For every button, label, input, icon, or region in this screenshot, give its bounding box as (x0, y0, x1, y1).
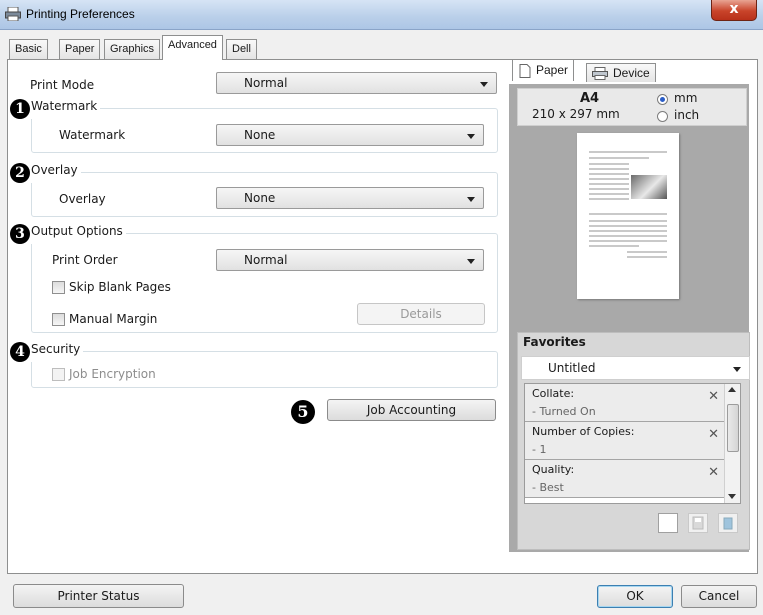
item-value: - Best (532, 481, 564, 494)
item-value: - Turned On (532, 405, 596, 418)
list-item[interactable]: Number of Copies: - 1 ✕ (525, 422, 726, 460)
callout-badge: 4 (10, 342, 30, 362)
unit-inch-radio[interactable] (657, 111, 668, 122)
job-encryption-checkbox[interactable] (52, 368, 65, 381)
ok-button[interactable]: OK (597, 585, 673, 608)
print-order-label: Print Order (52, 253, 118, 267)
item-name: Number of Copies: (532, 425, 635, 438)
page-preview (577, 133, 679, 299)
print-mode-value: Normal (244, 76, 288, 90)
image-placeholder (631, 175, 667, 199)
group-title-text: Overlay (31, 163, 78, 177)
job-encryption-label: Job Encryption (69, 367, 156, 381)
tab-paper[interactable]: Paper (59, 39, 101, 59)
preview-tab-device[interactable]: Device (586, 63, 656, 82)
skip-blank-pages-label: Skip Blank Pages (69, 280, 171, 294)
print-mode-select[interactable]: Normal (216, 72, 497, 94)
scrollbar[interactable] (724, 384, 740, 503)
manual-margin-checkbox[interactable] (52, 313, 65, 326)
paper-size-dims: 210 x 297 mm (532, 107, 620, 121)
tab-dell[interactable]: Dell (226, 39, 257, 59)
tab-advanced[interactable]: Advanced (162, 35, 223, 60)
output-options-group-title: 3 Output Options (10, 224, 126, 244)
cancel-button[interactable]: Cancel (681, 585, 757, 608)
tab-label: Dell (232, 43, 251, 55)
callout-badge: 2 (10, 163, 30, 183)
remove-icon[interactable]: ✕ (708, 465, 719, 480)
tab-label: Advanced (168, 39, 217, 51)
printer-status-button[interactable]: Printer Status (13, 584, 184, 608)
group-title-text: Watermark (31, 99, 98, 113)
tab-label: Paper (65, 43, 95, 55)
paper-size-name: A4 (580, 91, 600, 106)
scroll-up-icon[interactable] (728, 387, 736, 392)
close-button[interactable]: x (711, 0, 757, 21)
scroll-down-icon[interactable] (728, 494, 736, 499)
paper-size-info: A4 210 x 297 mm mm inch (517, 88, 747, 126)
overlay-label: Overlay (59, 192, 106, 206)
item-name: Quality: (532, 463, 575, 476)
title-bar: Printing Preferences x (0, 0, 763, 30)
list-item[interactable]: Quality: - Best ✕ (525, 460, 726, 498)
watermark-label: Watermark (59, 128, 126, 142)
tab-graphics[interactable]: Graphics (104, 39, 161, 59)
window-title: Printing Preferences (26, 7, 135, 21)
remove-icon[interactable]: ✕ (708, 427, 719, 442)
favorites-list: Collate: - Turned On ✕ Number of Copies:… (524, 383, 741, 504)
item-name: Collate: (532, 387, 575, 400)
overlay-group-title: 2 Overlay (10, 163, 81, 183)
printer-icon (592, 67, 608, 80)
item-value: - 1 (532, 443, 547, 456)
remove-icon[interactable]: ✕ (708, 389, 719, 404)
printer-icon (5, 7, 21, 21)
scrollbar-thumb[interactable] (727, 404, 739, 452)
skip-blank-pages-checkbox[interactable] (52, 281, 65, 294)
unit-mm-label: mm (674, 91, 698, 105)
group-title-text: Output Options (31, 224, 123, 238)
manual-margin-label: Manual Margin (69, 312, 158, 326)
tab-label: Graphics (110, 43, 155, 55)
tab-label: Paper (536, 63, 569, 77)
details-button[interactable]: Details (357, 303, 485, 325)
favorites-title: Favorites (523, 335, 586, 349)
favorites-selected: Untitled (548, 361, 596, 375)
callout-badge: 5 (291, 400, 315, 424)
chevron-down-icon (467, 134, 475, 139)
tab-label: Device (613, 66, 650, 80)
delete-favorite-icon[interactable] (718, 513, 738, 533)
new-favorite-icon[interactable] (658, 513, 678, 533)
print-mode-label: Print Mode (30, 78, 95, 92)
preview-tab-paper[interactable]: Paper (512, 59, 575, 81)
close-icon: x (729, 1, 739, 17)
chevron-down-icon (733, 367, 741, 372)
unit-mm-radio[interactable] (657, 94, 668, 105)
paper-icon (519, 64, 531, 78)
overlay-select[interactable]: None (216, 187, 484, 209)
tab-label: Basic (15, 43, 42, 55)
overlay-value: None (244, 191, 276, 205)
save-favorite-icon[interactable] (688, 513, 708, 533)
chevron-down-icon (467, 259, 475, 264)
chevron-down-icon (467, 197, 475, 202)
group-title-text: Security (31, 342, 81, 356)
favorites-select[interactable]: Untitled (521, 356, 750, 380)
security-group-title: 4 Security (10, 342, 84, 362)
unit-inch-label: inch (674, 108, 700, 122)
watermark-group-title: 1 Watermark (10, 99, 101, 119)
job-accounting-button[interactable]: Job Accounting (327, 399, 496, 421)
tab-basic[interactable]: Basic (9, 39, 48, 59)
chevron-down-icon (480, 82, 488, 87)
callout-badge: 3 (10, 224, 30, 244)
print-order-value: Normal (244, 253, 288, 267)
list-item[interactable]: Collate: - Turned On ✕ (525, 384, 726, 422)
watermark-value: None (244, 128, 276, 142)
callout-badge: 1 (10, 99, 30, 119)
print-order-select[interactable]: Normal (216, 249, 484, 271)
watermark-select[interactable]: None (216, 124, 484, 146)
